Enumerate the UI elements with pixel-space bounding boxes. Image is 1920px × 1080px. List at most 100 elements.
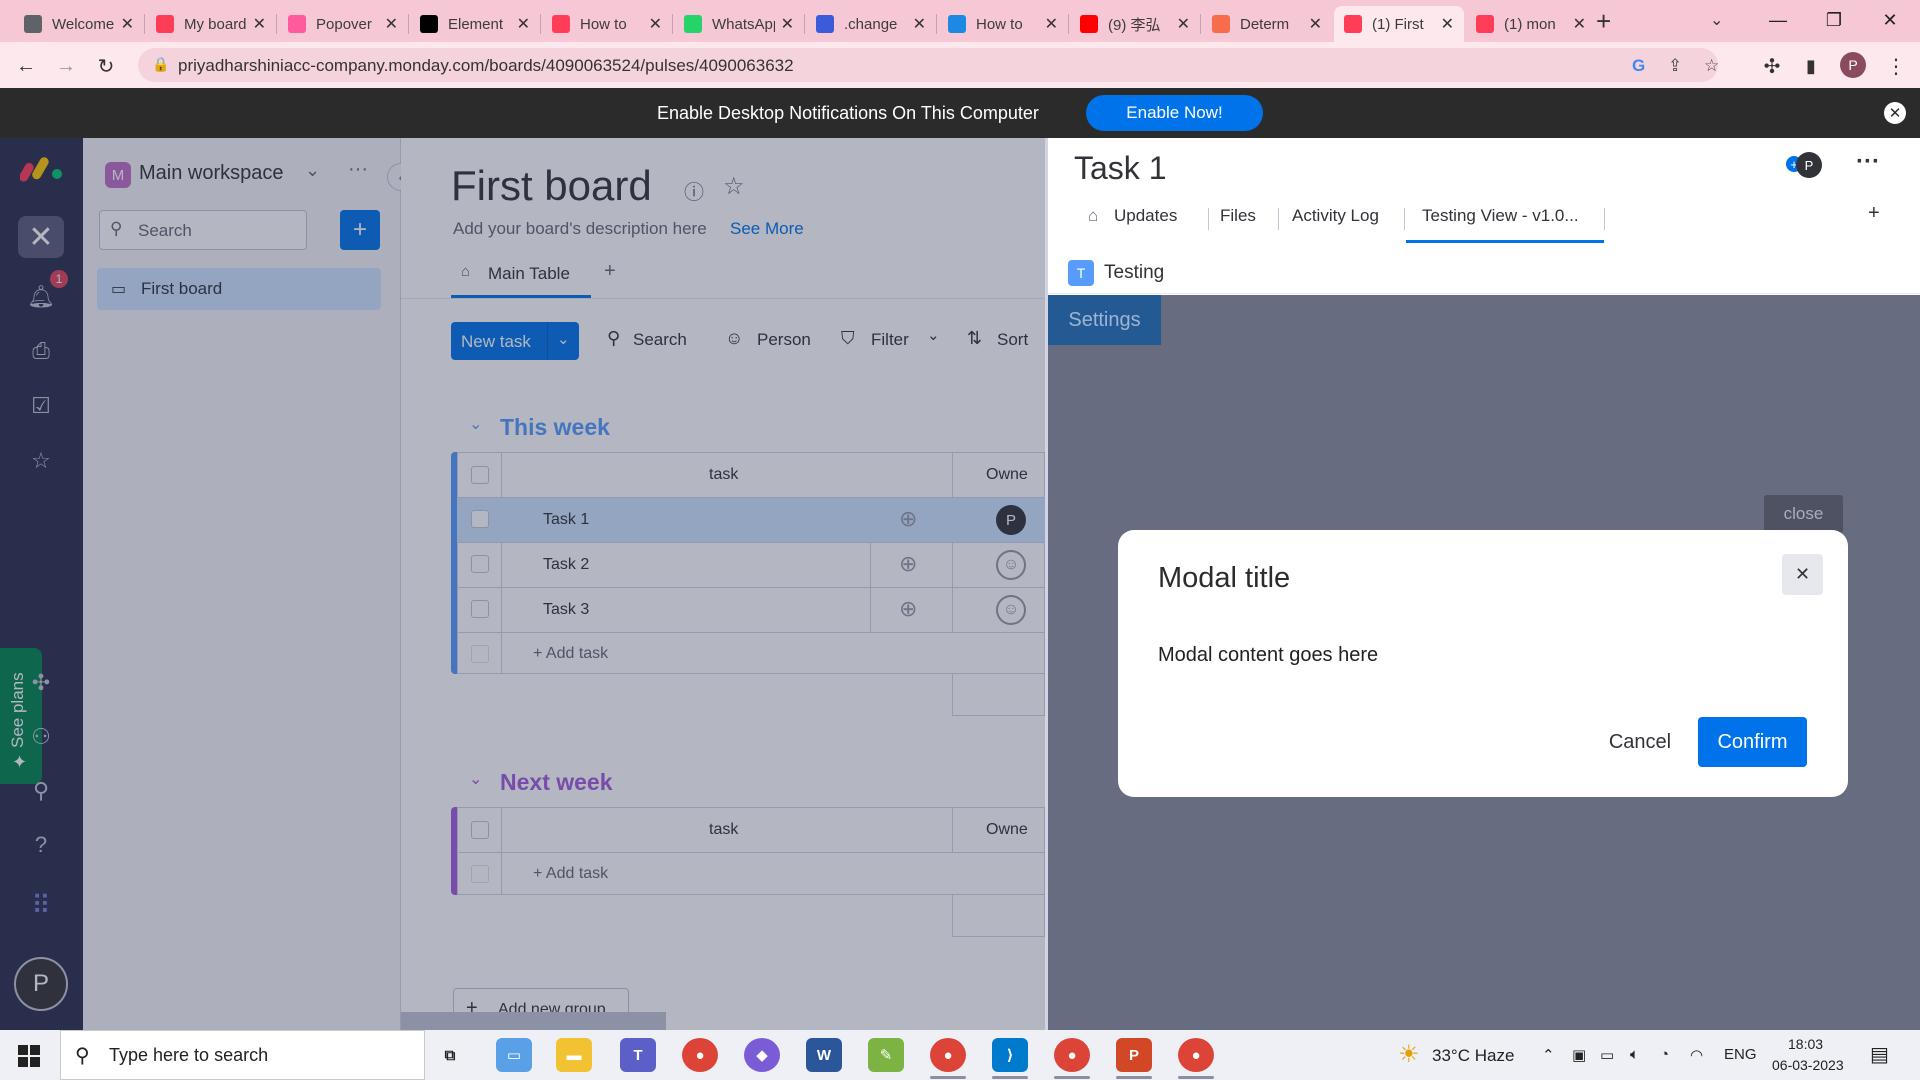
- omnibox[interactable]: 🔒 priyadharshiniacc-company.monday.com/b…: [138, 48, 1719, 82]
- forward-arrow-icon[interactable]: →: [52, 52, 80, 80]
- tab-title: How to: [976, 15, 1023, 33]
- desktop-notification-banner: Enable Desktop Notifications On This Com…: [0, 88, 1920, 138]
- paint-icon[interactable]: ✎: [868, 1038, 904, 1072]
- bookmark-star-icon[interactable]: ☆: [1704, 56, 1719, 76]
- chevron-up-icon[interactable]: ⌃: [1542, 1046, 1555, 1064]
- tab-close-icon[interactable]: ✕: [781, 14, 794, 34]
- tab-close-icon[interactable]: ✕: [649, 14, 662, 34]
- browser-tab[interactable]: (1) First ✕: [1334, 6, 1464, 42]
- browser-tab[interactable]: (1) mon ✕: [1466, 6, 1596, 42]
- settings-button[interactable]: Settings: [1048, 295, 1161, 345]
- side-panel-icon[interactable]: ▮: [1797, 52, 1825, 80]
- close-button[interactable]: close: [1764, 495, 1843, 533]
- subscriber-avatar[interactable]: P: [1796, 152, 1822, 178]
- tab-close-icon[interactable]: ✕: [1045, 14, 1058, 34]
- chrome-icon[interactable]: ●: [682, 1038, 718, 1072]
- share-icon[interactable]: ⇪: [1668, 56, 1682, 76]
- reload-icon[interactable]: ↻: [92, 52, 120, 80]
- browser-tab[interactable]: My board ✕: [146, 6, 276, 42]
- window-close-button[interactable]: ✕: [1862, 0, 1918, 40]
- cancel-button[interactable]: Cancel: [1580, 717, 1700, 767]
- tab-close-icon[interactable]: ✕: [121, 14, 134, 34]
- tab-title: (1) First: [1372, 15, 1424, 33]
- tab-files[interactable]: Files: [1220, 206, 1256, 226]
- address-bar-row: ← → ↻ 🔒 priyadharshiniacc-company.monday…: [0, 42, 1920, 88]
- browser-tab[interactable]: WhatsApp ✕: [674, 6, 804, 42]
- teams-icon[interactable]: T: [620, 1038, 656, 1072]
- lock-icon[interactable]: 🔒: [152, 56, 169, 73]
- tray-display-icon[interactable]: ▭: [1600, 1046, 1614, 1064]
- browser-tab[interactable]: Popover ✕: [278, 6, 408, 42]
- browser-tab[interactable]: (9) 李弘 ✕: [1070, 6, 1200, 42]
- taskbar-search-input[interactable]: ⚲ Type here to search: [60, 1030, 425, 1080]
- weather-text[interactable]: 33°C Haze: [1432, 1046, 1514, 1066]
- browser-tab[interactable]: .change ✕: [806, 6, 936, 42]
- notification-center-icon[interactable]: ▤: [1870, 1042, 1889, 1067]
- modal-title: Modal title: [1158, 562, 1291, 594]
- tab-close-icon[interactable]: ✕: [385, 14, 398, 34]
- browser-tab[interactable]: Element ✕: [410, 6, 540, 42]
- vscode-icon[interactable]: ⟩: [992, 1038, 1028, 1072]
- profile-avatar[interactable]: P: [1840, 52, 1866, 78]
- app-header: T Testing: [1048, 250, 1920, 294]
- windows-start-icon[interactable]: [18, 1045, 40, 1072]
- item-title[interactable]: Task 1: [1074, 150, 1166, 187]
- browser-tab[interactable]: Determ ✕: [1202, 6, 1332, 42]
- tab-title: Welcome: [52, 15, 115, 33]
- chrome-profile-icon[interactable]: ●: [930, 1038, 966, 1072]
- clock-time[interactable]: 18:03: [1788, 1036, 1823, 1052]
- tab-activity-log[interactable]: Activity Log: [1292, 206, 1379, 226]
- task-view-icon[interactable]: ⧉: [432, 1038, 468, 1072]
- minimize-button[interactable]: —: [1750, 0, 1806, 40]
- tray-device-icon[interactable]: ▣: [1572, 1046, 1586, 1064]
- chrome-profile-icon[interactable]: ●: [1178, 1038, 1214, 1072]
- browser-tab[interactable]: Welcome ✕: [14, 6, 144, 42]
- tab-close-icon[interactable]: ✕: [1177, 14, 1190, 34]
- close-icon[interactable]: ✕: [1782, 554, 1823, 595]
- enable-now-button[interactable]: Enable Now!: [1086, 95, 1263, 131]
- browser-menu-icon[interactable]: ⋮: [1882, 52, 1910, 80]
- extensions-puzzle-icon[interactable]: ✣: [1758, 52, 1786, 80]
- google-icon[interactable]: G: [1632, 56, 1645, 76]
- tab-close-icon[interactable]: ✕: [1309, 14, 1322, 34]
- file-explorer-icon[interactable]: ▬: [556, 1038, 592, 1072]
- more-options-icon[interactable]: ···: [1856, 148, 1880, 176]
- tab-testing-view[interactable]: Testing View - v1.0...: [1422, 206, 1579, 226]
- divider: [1278, 208, 1279, 230]
- volume-icon[interactable]: 🔈︎: [1630, 1046, 1639, 1063]
- back-arrow-icon[interactable]: ←: [12, 52, 40, 80]
- app-circle-icon[interactable]: ◆: [744, 1038, 780, 1072]
- wifi-icon[interactable]: ◠: [1690, 1046, 1703, 1064]
- language-indicator[interactable]: ENG: [1724, 1046, 1757, 1063]
- active-indicator: [1116, 1076, 1152, 1079]
- tab-close-icon[interactable]: ✕: [1441, 14, 1454, 34]
- subscribers[interactable]: + P: [1786, 152, 1822, 178]
- network-icon[interactable]: ◔: [1660, 1046, 1669, 1063]
- tab-search-chevron-icon[interactable]: ⌄: [1710, 10, 1723, 30]
- tab-close-icon[interactable]: ✕: [517, 14, 530, 34]
- home-icon: ⌂: [1088, 206, 1099, 225]
- close-icon[interactable]: ✕: [1884, 102, 1906, 124]
- browser-tab[interactable]: How to ✕: [542, 6, 672, 42]
- tab-favicon-icon: [816, 15, 834, 33]
- word-icon[interactable]: W: [806, 1038, 842, 1072]
- weather-icon[interactable]: ☀: [1398, 1040, 1420, 1069]
- new-tab-button[interactable]: +: [1596, 6, 1611, 37]
- divider: [144, 14, 145, 34]
- tab-title: Determ: [1240, 15, 1290, 33]
- add-view-button[interactable]: +: [1868, 202, 1880, 225]
- tab-close-icon[interactable]: ✕: [1573, 14, 1586, 34]
- tab-updates[interactable]: Updates: [1114, 206, 1177, 226]
- confirm-button[interactable]: Confirm: [1698, 717, 1807, 767]
- powerpoint-icon[interactable]: P: [1116, 1038, 1152, 1072]
- tab-favicon-icon: [684, 15, 702, 33]
- clock-date[interactable]: 06-03-2023: [1772, 1057, 1844, 1073]
- tab-close-icon[interactable]: ✕: [913, 14, 926, 34]
- computer-icon[interactable]: ▭: [496, 1038, 532, 1072]
- dim-overlay[interactable]: [0, 138, 1045, 1030]
- chrome-profile-icon[interactable]: ●: [1054, 1038, 1090, 1072]
- browser-tab[interactable]: How to ✕: [938, 6, 1068, 42]
- tab-close-icon[interactable]: ✕: [253, 14, 266, 34]
- url-text[interactable]: priyadharshiniacc-company.monday.com/boa…: [178, 56, 794, 76]
- maximize-button[interactable]: ❐: [1806, 0, 1862, 40]
